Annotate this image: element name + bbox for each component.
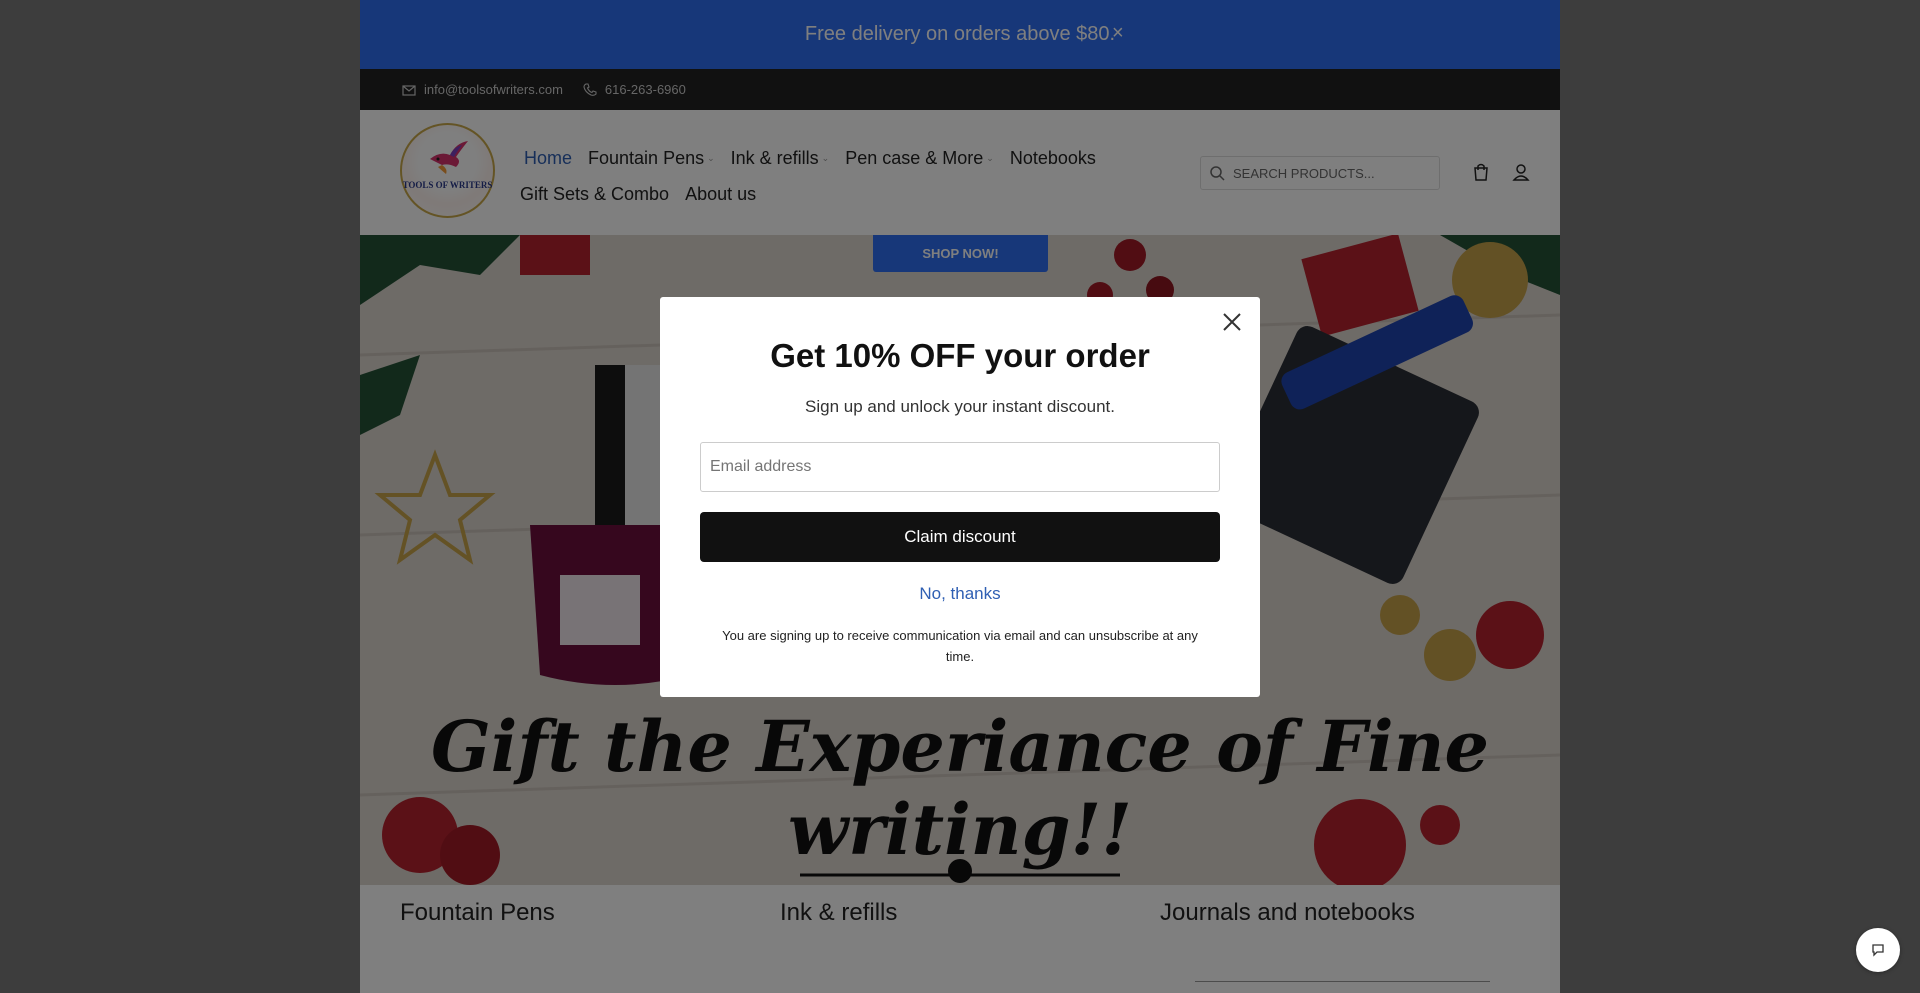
popup-title: Get 10% OFF your order bbox=[770, 337, 1150, 374]
popup-subtitle: Sign up and unlock your instant discount… bbox=[805, 397, 1115, 416]
chat-icon bbox=[1872, 944, 1884, 957]
claim-discount-button[interactable]: Claim discount bbox=[700, 512, 1220, 562]
discount-popup: Get 10% OFF your order Sign up and unloc… bbox=[660, 297, 1260, 697]
email-field[interactable] bbox=[700, 442, 1220, 492]
popup-disclaimer: You are signing up to receive communicat… bbox=[722, 628, 1198, 664]
no-thanks-link[interactable]: No, thanks bbox=[660, 584, 1260, 604]
chat-widget-button[interactable] bbox=[1856, 928, 1900, 972]
close-icon[interactable] bbox=[1220, 310, 1244, 334]
